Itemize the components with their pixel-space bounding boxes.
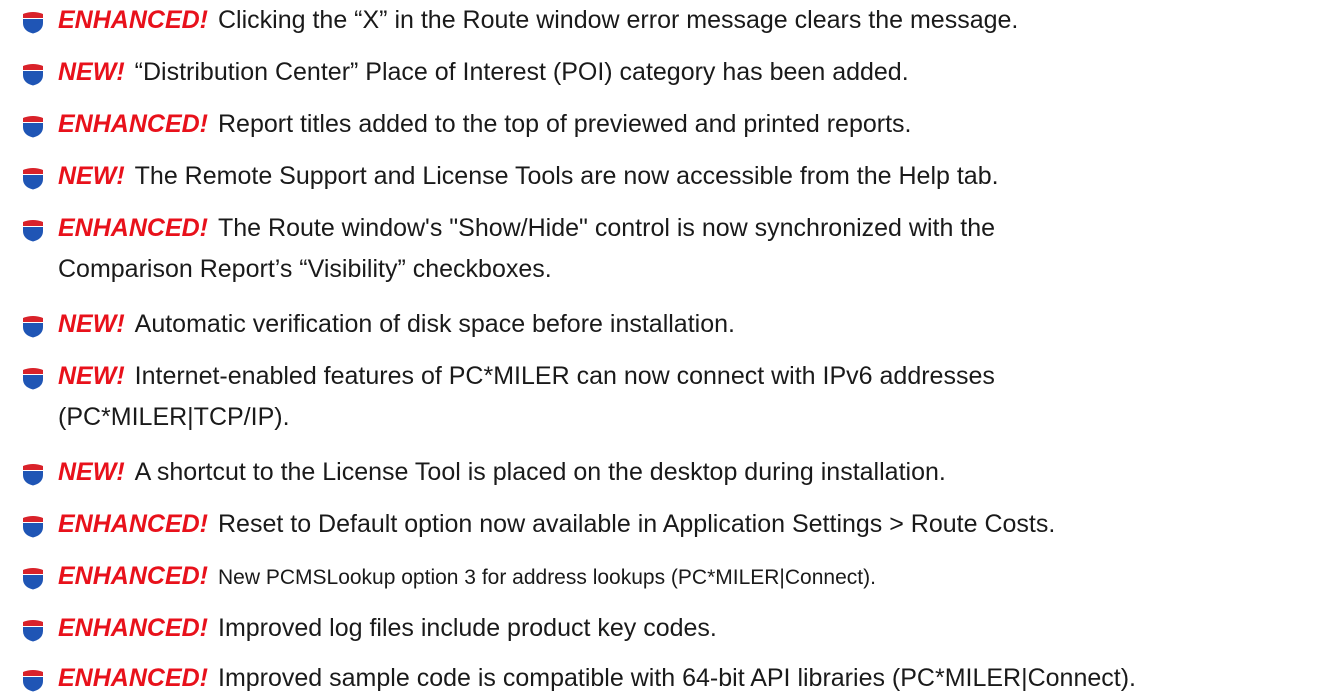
new-tag: NEW! <box>58 362 125 390</box>
enhanced-tag: ENHANCED! <box>58 664 208 692</box>
interstate-shield-icon <box>22 10 44 34</box>
item-text: ENHANCED! New PCMSLookup option 3 for add… <box>58 558 876 596</box>
item-description: Automatic verification of disk space bef… <box>134 310 735 338</box>
interstate-shield-icon <box>22 514 44 538</box>
item-description: Improved sample code is compatible with … <box>218 664 1136 692</box>
item-description: Improved log files include product key c… <box>218 614 717 642</box>
item-text-continuation: (PC*MILER|TCP/IP). <box>58 399 290 435</box>
interstate-shield-icon <box>22 566 44 590</box>
interstate-shield-icon <box>22 314 44 338</box>
enhanced-tag: ENHANCED! <box>58 214 208 242</box>
item-description: (PC*MILER|TCP/IP). <box>58 403 290 431</box>
item-text: ENHANCED! Improved sample code is compati… <box>58 660 1136 696</box>
new-tag: NEW! <box>58 310 125 338</box>
item-description: Internet-enabled features of PC*MILER ca… <box>134 362 995 390</box>
item-text-continuation: Comparison Report’s “Visibility” checkbo… <box>58 251 552 287</box>
item-text: ENHANCED! Report titles added to the top … <box>58 106 911 142</box>
interstate-shield-icon <box>22 618 44 642</box>
item-description: Comparison Report’s “Visibility” checkbo… <box>58 255 552 283</box>
item-description: Reset to Default option now available in… <box>218 510 1056 538</box>
item-text: ENHANCED! Reset to Default option now ava… <box>58 506 1055 542</box>
item-text: ENHANCED! Improved log files include prod… <box>58 610 717 646</box>
item-description: New PCMSLookup option 3 for address look… <box>218 566 876 589</box>
new-tag: NEW! <box>58 58 125 86</box>
enhanced-tag: ENHANCED! <box>58 6 208 34</box>
item-description: A shortcut to the License Tool is placed… <box>134 458 946 486</box>
item-text: ENHANCED! The Route window's "Show/Hide" … <box>58 210 995 246</box>
item-text: NEW! “Distribution Center” Place of Inter… <box>58 54 909 90</box>
item-text: NEW! A shortcut to the License Tool is pl… <box>58 454 946 490</box>
item-text: NEW! Internet-enabled features of PC*MILE… <box>58 358 995 394</box>
interstate-shield-icon <box>22 218 44 242</box>
new-tag: NEW! <box>58 162 125 190</box>
enhanced-tag: ENHANCED! <box>58 614 208 642</box>
interstate-shield-icon <box>22 114 44 138</box>
enhanced-tag: ENHANCED! <box>58 562 208 590</box>
enhanced-tag: ENHANCED! <box>58 510 208 538</box>
new-tag: NEW! <box>58 458 125 486</box>
item-text: NEW! Automatic verification of disk space… <box>58 306 735 342</box>
interstate-shield-icon <box>22 462 44 486</box>
interstate-shield-icon <box>22 62 44 86</box>
interstate-shield-icon <box>22 366 44 390</box>
interstate-shield-icon <box>22 668 44 692</box>
item-text: ENHANCED! Clicking the “X” in the Route w… <box>58 2 1018 38</box>
enhanced-tag: ENHANCED! <box>58 110 208 138</box>
item-description: “Distribution Center” Place of Interest … <box>134 58 909 86</box>
item-text: NEW! The Remote Support and License Tools… <box>58 158 999 194</box>
interstate-shield-icon <box>22 166 44 190</box>
item-description: Report titles added to the top of previe… <box>218 110 912 138</box>
item-description: The Route window's "Show/Hide" control i… <box>218 214 996 242</box>
item-description: Clicking the “X” in the Route window err… <box>218 6 1019 34</box>
item-description: The Remote Support and License Tools are… <box>134 162 999 190</box>
